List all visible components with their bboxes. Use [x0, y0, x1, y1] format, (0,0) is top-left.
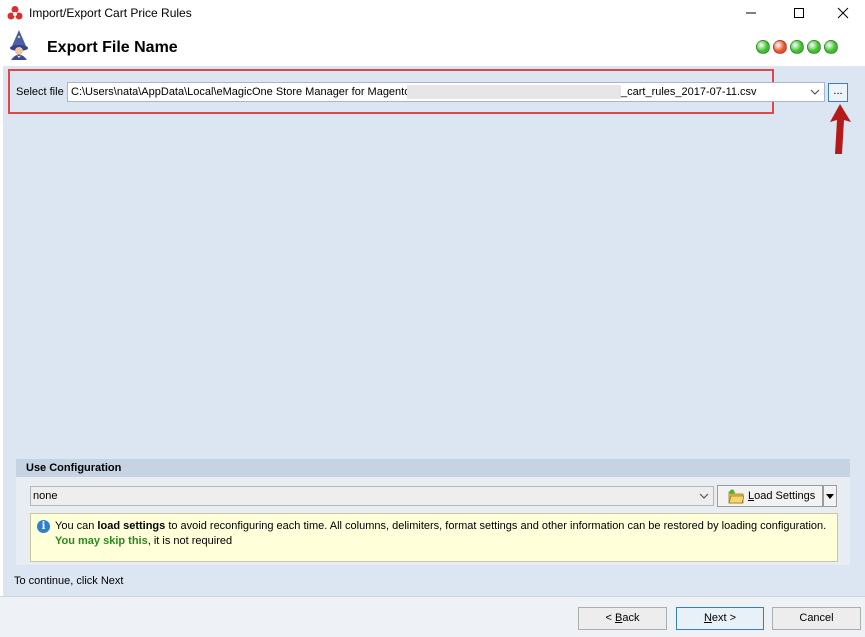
minimize-icon — [745, 12, 756, 13]
file-path-suffix: _cart_rules_2017-07-11.csv — [621, 86, 757, 98]
info-icon: i — [37, 520, 50, 533]
file-path-combo[interactable]: C:\Users\nata\AppData\Local\eMagicOne St… — [67, 82, 825, 102]
browse-button[interactable]: ... — [828, 83, 848, 102]
next-button[interactable]: Next > — [676, 607, 764, 630]
app-logo-icon — [7, 6, 23, 20]
select-file-label: Select file — [16, 86, 64, 98]
step-indicators — [756, 40, 838, 54]
close-icon — [837, 7, 848, 18]
load-settings-dropdown[interactable] — [823, 485, 837, 507]
configuration-select[interactable]: none — [30, 486, 714, 506]
back-button[interactable]: < Back — [578, 607, 667, 630]
window-title: Import/Export Cart Price Rules — [29, 6, 192, 20]
maximize-icon — [793, 7, 804, 18]
redacted-region — [407, 85, 621, 99]
load-settings-button[interactable]: Load Settings — [717, 485, 823, 507]
maximize-button[interactable] — [776, 0, 821, 25]
load-settings-label: Load Settings — [748, 490, 816, 502]
title-bar: Import/Export Cart Price Rules — [0, 0, 865, 25]
step-indicator-5 — [824, 40, 838, 54]
button-bar: < Back Next > Cancel — [0, 596, 865, 637]
chevron-down-icon[interactable] — [810, 87, 820, 97]
main-panel: Select file C:\Users\nata\AppData\Local\… — [3, 66, 865, 596]
step-indicator-1 — [756, 40, 770, 54]
wizard-icon — [10, 30, 28, 60]
annotation-arrow-icon — [830, 104, 851, 154]
configuration-title: Use Configuration — [26, 462, 122, 474]
minimize-button[interactable] — [728, 0, 773, 25]
configuration-value: none — [33, 490, 58, 502]
configuration-header: Use Configuration — [16, 459, 850, 477]
close-button[interactable] — [820, 0, 865, 25]
step-indicator-3 — [790, 40, 804, 54]
info-text: You can load settings to avoid reconfigu… — [55, 520, 827, 547]
cancel-button[interactable]: Cancel — [772, 607, 861, 630]
file-path-prefix: C:\Users\nata\AppData\Local\eMagicOne St… — [71, 86, 414, 98]
page-title: Export File Name — [47, 39, 178, 56]
configuration-group: Use Configuration none Load Settings i Y… — [16, 459, 850, 565]
caret-down-icon — [826, 494, 834, 499]
info-box: i You can load settings to avoid reconfi… — [30, 513, 838, 562]
wizard-header: Export File Name — [0, 25, 865, 66]
continue-hint: To continue, click Next — [14, 575, 124, 587]
step-indicator-2 — [773, 40, 787, 54]
step-indicator-4 — [807, 40, 821, 54]
folder-open-icon — [728, 489, 744, 504]
chevron-down-icon[interactable] — [699, 491, 709, 501]
